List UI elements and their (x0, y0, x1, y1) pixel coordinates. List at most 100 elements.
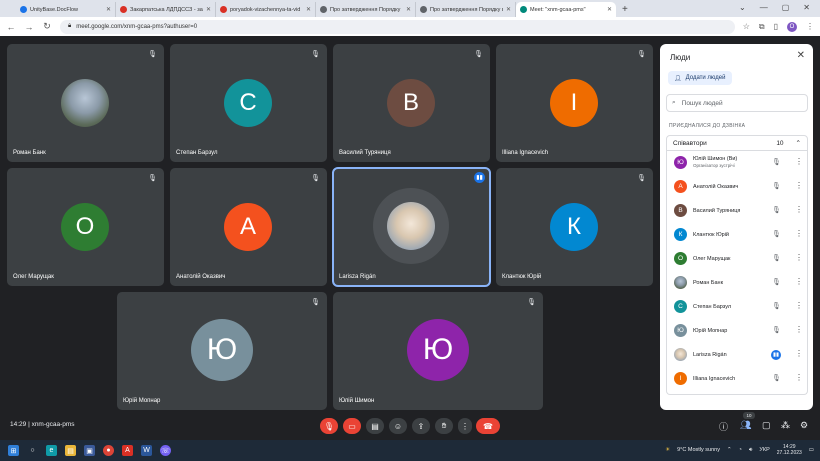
close-window-button[interactable]: ✕ (803, 3, 810, 12)
forward-icon[interactable]: → (24, 22, 34, 32)
close-icon[interactable]: ✕ (106, 6, 111, 13)
file-explorer-icon[interactable]: ▤ (65, 445, 76, 456)
list-item[interactable]: В Василий Туряниця 🎙︎ ⋮ (667, 199, 809, 222)
more-options-icon[interactable]: ⋮ (795, 301, 803, 310)
list-item[interactable]: А Анатолій Оказвич 🎙︎ ⋮ (667, 175, 809, 198)
browser-tab[interactable]: poryadok-vizachennya-ta-vid ✕ (216, 2, 316, 17)
mic-off-icon[interactable]: 🎙︎ (772, 230, 781, 238)
pdf-icon[interactable]: A (122, 445, 133, 456)
camera-toggle-button[interactable]: ▭ (343, 418, 361, 434)
participant-tile[interactable]: О 🎙︎ Олег Марущак (7, 168, 164, 286)
participant-tile[interactable]: А 🎙︎ Анатолій Оказвич (170, 168, 327, 286)
close-icon[interactable]: ✕ (506, 6, 511, 13)
close-icon[interactable]: ✕ (206, 6, 211, 13)
clock[interactable]: 14:29 27.12.2023 (777, 444, 802, 456)
browser-tab[interactable]: UnityBase.DocFlow ✕ (16, 2, 116, 17)
profile-avatar[interactable]: O (787, 21, 797, 32)
chevron-down-icon[interactable]: ⌄ (739, 3, 746, 12)
language-indicator[interactable]: УКР (759, 447, 769, 453)
close-icon[interactable]: ✕ (797, 50, 805, 61)
mic-toggle-button[interactable]: 🎙︎ (320, 418, 338, 434)
participant-tile[interactable]: Ю 🎙︎ Юрій Мопнар (117, 292, 327, 410)
windows-start-icon[interactable]: ⊞ (8, 445, 19, 456)
mic-off-icon[interactable]: 🎙︎ (772, 374, 781, 382)
add-people-button[interactable]: 👤︎ Додати людей (668, 71, 732, 85)
more-options-icon[interactable]: ⋮ (795, 205, 803, 214)
chrome-icon[interactable]: ● (103, 445, 114, 456)
participant-tile-speaking[interactable]: ▮▮ Larisza Rigán (332, 167, 491, 287)
list-item[interactable]: Роман Банк 🎙︎ ⋮ (667, 271, 809, 294)
close-icon[interactable]: ✕ (607, 6, 612, 13)
captions-button[interactable]: ▤ (366, 418, 384, 434)
mic-off-icon[interactable]: 🎙︎ (772, 326, 781, 334)
close-icon[interactable]: ✕ (406, 6, 411, 13)
more-options-icon[interactable]: ⋮ (795, 349, 803, 358)
mic-off-icon: 🎙︎ (148, 175, 157, 182)
new-tab-button[interactable]: + (622, 2, 628, 17)
participant-tile[interactable]: К 🎙︎ Клантюк Юрій (496, 168, 653, 286)
more-options-icon[interactable]: ⋮ (795, 277, 803, 286)
mic-off-icon[interactable]: 🎙︎ (772, 302, 781, 310)
activities-icon[interactable]: ⁂ (781, 420, 790, 431)
mic-off-icon[interactable]: 🎙︎ (772, 158, 781, 166)
edge-icon[interactable]: e (46, 445, 57, 456)
more-options-icon[interactable]: ⋮ (795, 181, 803, 190)
browser-tab[interactable]: Про затвердження Порядку ✕ (316, 2, 416, 17)
close-icon[interactable]: ✕ (306, 6, 311, 13)
browser-tab[interactable]: Закарпатська ЛДПДССЗ - запи ✕ (116, 2, 216, 17)
mic-off-icon[interactable]: 🎙︎ (772, 182, 781, 190)
list-item[interactable]: Ю Юрій Мопнар 🎙︎ ⋮ (667, 319, 809, 342)
host-controls-icon[interactable]: ⚙︎ (800, 420, 808, 431)
back-icon[interactable]: ← (6, 22, 16, 32)
weather-text[interactable]: 9°C Mostly sunny (677, 447, 720, 453)
bookmark-star-icon[interactable]: ☆ (743, 22, 750, 31)
browser-tab-active[interactable]: Meet: "xnm-gcaa-pms" ✕ (516, 2, 616, 17)
sidebar-icon[interactable]: ▯ (774, 22, 778, 31)
reactions-button[interactable]: ☺ (389, 418, 407, 434)
more-options-icon[interactable]: ⋮ (795, 229, 803, 238)
participant-tile[interactable]: I 🎙︎ Illiana Ignacevich (496, 44, 653, 162)
more-options-icon[interactable]: ⋮ (795, 157, 803, 166)
list-item[interactable]: Ю Юлій Шимон (Ви) Організатор зустрічі 🎙… (667, 151, 809, 174)
network-icon[interactable]: ◔ (739, 447, 742, 453)
more-options-button[interactable]: ⋮ (458, 418, 472, 434)
notification-icon[interactable]: ▭ (809, 447, 814, 453)
save-icon[interactable]: ▣ (84, 445, 95, 456)
mic-off-icon[interactable]: 🎙︎ (772, 278, 781, 286)
list-item[interactable]: С Степан Барзул 🎙︎ ⋮ (667, 295, 809, 318)
minimize-button[interactable]: — (760, 3, 768, 12)
more-options-icon[interactable]: ⋮ (795, 373, 803, 382)
viber-icon[interactable]: ☏ (160, 445, 171, 456)
list-item[interactable]: Larisza Rigán ▮▮ ⋮ (667, 343, 809, 366)
info-icon[interactable]: ⓘ (719, 420, 728, 433)
participant-tile[interactable]: С 🎙︎ Степан Барзул (170, 44, 327, 162)
address-bar[interactable]: 🔒︎ meet.google.com/xnm-gcaa-pms?authuser=… (60, 19, 735, 34)
mic-off-icon[interactable]: 🎙︎ (772, 206, 781, 214)
participant-tile[interactable]: Ю 🎙︎ Юлій Шимон (333, 292, 543, 410)
search-input[interactable]: ⌕ Пошук людей (666, 94, 808, 112)
extensions-icon[interactable]: ⧉ (759, 22, 765, 32)
contributors-group-header[interactable]: Співавтори 10 ⌃ (666, 135, 808, 151)
more-menu-icon[interactable]: ⋮ (806, 22, 814, 31)
search-icon[interactable]: ○ (27, 445, 38, 456)
more-options-icon[interactable]: ⋮ (795, 325, 803, 334)
list-item[interactable]: О Олег Марущак 🎙︎ ⋮ (667, 247, 809, 270)
browser-tab[interactable]: Про затвердження Порядку в ✕ (416, 2, 516, 17)
maximize-button[interactable]: ▢ (782, 3, 790, 12)
present-button[interactable]: ⇪ (412, 418, 430, 434)
chat-icon[interactable]: ▢ (762, 420, 771, 431)
people-icon[interactable]: 👥︎ (740, 420, 751, 431)
list-item[interactable]: К Клантюк Юрій 🎙︎ ⋮ (667, 223, 809, 246)
word-icon[interactable]: W (141, 445, 152, 456)
chevron-up-icon[interactable]: ⌃ (796, 139, 801, 147)
more-options-icon[interactable]: ⋮ (795, 253, 803, 262)
participant-tile[interactable]: 🎙︎ Роман Банк (7, 44, 164, 162)
leave-call-button[interactable]: ☎︎ (476, 418, 500, 434)
volume-icon[interactable]: 🔊︎ (749, 447, 752, 454)
participant-tile[interactable]: В 🎙︎ Василий Туряниця (333, 44, 490, 162)
mic-off-icon[interactable]: 🎙︎ (772, 254, 781, 262)
reload-icon[interactable]: ↻ (42, 21, 52, 32)
tray-expand-icon[interactable]: ⌃ (727, 447, 732, 453)
raise-hand-button[interactable]: ✋︎ (435, 418, 453, 434)
list-item[interactable]: I Illiana Ignacevich 🎙︎ ⋮ (667, 367, 809, 390)
